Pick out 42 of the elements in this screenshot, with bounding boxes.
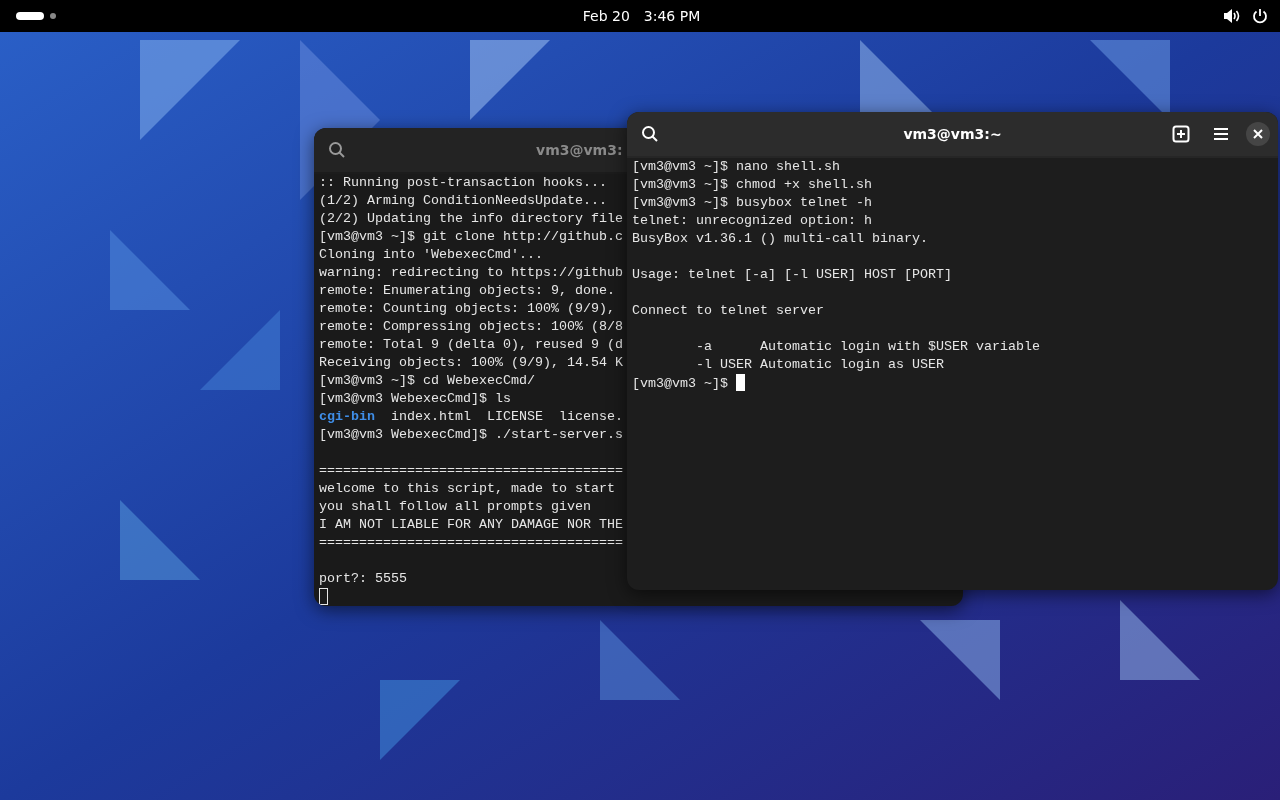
terminal-line: [vm3@vm3 ~]$ busybox telnet -h <box>632 194 872 212</box>
menu-icon <box>1213 127 1229 141</box>
terminal-line: (1/2) Arming ConditionNeedsUpdate... <box>319 192 607 210</box>
power-icon[interactable] <box>1252 8 1268 24</box>
terminal-line: [vm3@vm3 ~]$ chmod +x shell.sh <box>632 176 872 194</box>
terminal-line: ====================================== <box>319 534 623 552</box>
plus-icon <box>1172 125 1190 143</box>
clock-button[interactable]: Feb 20 3:46 PM <box>574 4 709 28</box>
search-icon <box>328 141 346 159</box>
terminal-line: remote: Enumerating objects: 9, done. <box>319 282 615 300</box>
close-button[interactable] <box>1246 122 1270 146</box>
terminal-line: remote: Compressing objects: 100% (8/8 <box>319 318 623 336</box>
terminal-line: remote: Total 9 (delta 0), reused 9 (d <box>319 336 623 354</box>
terminal-line: [vm3@vm3 WebexecCmd]$ ./start-server.s <box>319 426 623 444</box>
terminal-line: [vm3@vm3 ~]$ <box>632 376 729 391</box>
terminal-line: [vm3@vm3 WebexecCmd]$ ls <box>319 390 511 408</box>
terminal-line: BusyBox v1.36.1 () multi-call binary. <box>632 230 928 248</box>
terminal-line: Cloning into 'WebexecCmd'... <box>319 246 543 264</box>
terminal-line: port?: 5555 <box>319 570 407 588</box>
terminal-line: [vm3@vm3 ~]$ git clone http://github.c <box>319 228 623 246</box>
terminal-line: :: Running post-transaction hooks... <box>319 174 607 192</box>
terminal-line: Usage: telnet [-a] [-l USER] HOST [PORT] <box>632 266 952 284</box>
terminal-line: -a Automatic login with $USER variable <box>695 338 1040 356</box>
terminal-line: Connect to telnet server <box>632 302 824 320</box>
terminal-line: [vm3@vm3 ~]$ cd WebexecCmd/ <box>319 372 535 390</box>
volume-icon[interactable] <box>1223 8 1240 24</box>
close-icon <box>1253 129 1263 139</box>
terminal-line: [vm3@vm3 ~]$ nano shell.sh <box>632 158 840 176</box>
window-title: vm3@vm3: <box>536 142 623 158</box>
search-icon <box>641 125 659 143</box>
terminal-line: telnet: unrecognized option: h <box>632 212 872 230</box>
terminal-line: welcome to this script, made to start <box>319 480 615 498</box>
terminal-line: you shall follow all prompts given <box>319 498 591 516</box>
terminal-line: cgi-bin index.html LICENSE license. <box>319 408 623 426</box>
terminal-line: warning: redirecting to https://github <box>319 264 623 282</box>
terminal-line: Receiving objects: 100% (9/9), 14.54 K <box>319 354 623 372</box>
terminal-line: I AM NOT LIABLE FOR ANY DAMAGE NOR THE <box>319 516 623 534</box>
terminal-line: remote: Counting objects: 100% (9/9), <box>319 300 615 318</box>
terminal-line: ====================================== <box>319 462 623 480</box>
window-title: vm3@vm3:~ <box>903 126 1002 142</box>
terminal-line: -l USER Automatic login as USER <box>695 356 944 374</box>
terminal-line: (2/2) Updating the info directory file <box>319 210 623 228</box>
